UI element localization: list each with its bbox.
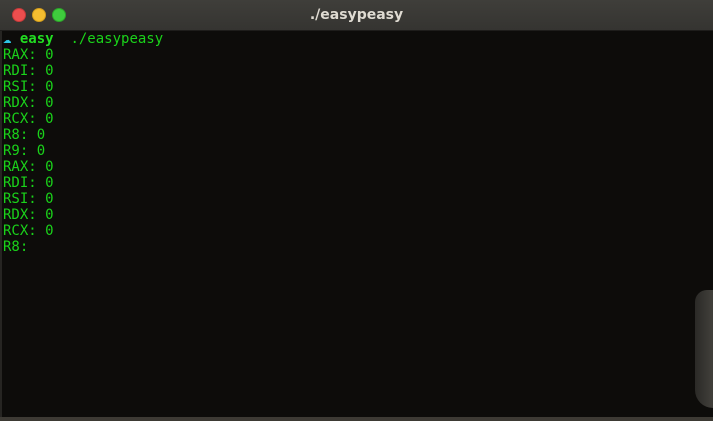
output-line: RAX: 0 (3, 47, 54, 63)
output-line: RDI: 0 (3, 175, 54, 191)
output-line: RSI: 0 (3, 191, 54, 207)
output-line: RAX: 0 (3, 159, 54, 175)
output-line: R9: 0 (3, 143, 46, 159)
output-line: R8: (3, 239, 29, 255)
output-line: RDX: 0 (3, 207, 54, 223)
window-left-border (0, 31, 2, 417)
prompt-line: ☁ easy ./easypeasy (3, 31, 713, 47)
background-object (695, 290, 713, 408)
cloud-icon: ☁ (3, 31, 12, 47)
output-line: RCX: 0 (3, 223, 54, 239)
prompt-directory: easy (19, 31, 54, 47)
output-line: RDX: 0 (3, 95, 54, 111)
output-line: R8: 0 (3, 127, 46, 143)
output-line: RSI: 0 (3, 79, 54, 95)
output-line: RDI: 0 (3, 63, 54, 79)
window-title: ./easypeasy (309, 7, 404, 23)
prompt-command: ./easypeasy (70, 31, 164, 47)
title-bar[interactable]: ./easypeasy (0, 0, 713, 31)
terminal-window: ./easypeasy ☁ easy ./easypeasy RAX: 0 RD… (0, 0, 713, 421)
window-bottom-border (0, 417, 713, 421)
terminal-output[interactable]: ☁ easy ./easypeasy RAX: 0 RDI: 0 RSI: 0 … (0, 31, 713, 417)
output-line: RCX: 0 (3, 111, 54, 127)
